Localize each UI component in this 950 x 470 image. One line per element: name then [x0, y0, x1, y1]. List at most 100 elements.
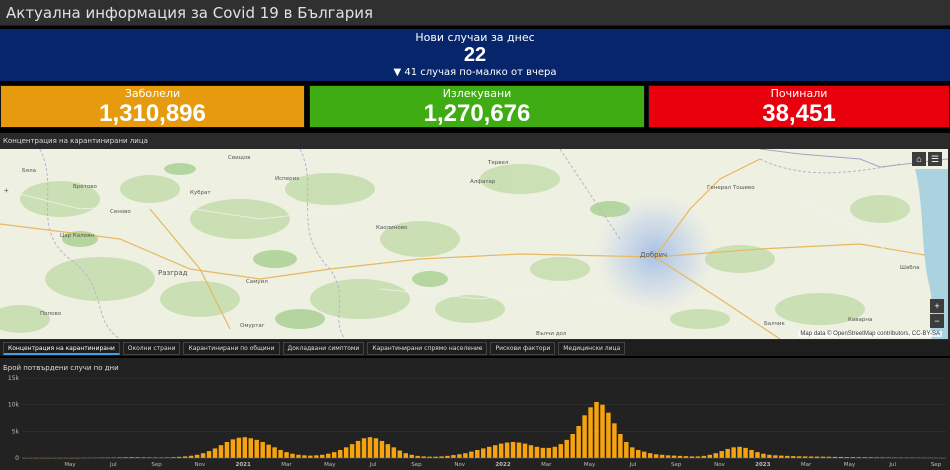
daily-cases-chart[interactable]: 15k 10k 5k 0 May Jul Sep Nov 2021 Mar May Jul Sep Nov…: [0, 358, 950, 470]
x-tick-label: May: [844, 462, 856, 468]
map-crosshair-icon: +: [4, 186, 9, 195]
x-tick-label: 2022: [495, 462, 510, 468]
x-tick-label: 2021: [236, 462, 251, 468]
map-label-tsar-kaloyan: Цар Калоян: [60, 233, 94, 239]
chart-bar: [331, 452, 337, 458]
chart-bar: [612, 423, 617, 458]
chart-bar: [194, 454, 200, 458]
chart-bar: [707, 454, 713, 458]
healed-panel: Излекувани 1,270,676: [309, 85, 645, 128]
chart-bar: [302, 455, 307, 458]
x-tick-label: Sep: [671, 462, 682, 468]
chart-bar: [349, 444, 355, 458]
chart-bar: [785, 455, 790, 458]
deaths-panel: Починали 38,451: [648, 85, 950, 128]
home-icon[interactable]: ⌂: [912, 152, 926, 166]
chart-bar: [373, 438, 379, 458]
chart-bar: [397, 450, 403, 458]
new-cases-today-panel: Нови случаи за днес 22 ▼ 41 случая по-ма…: [0, 29, 950, 81]
chart-bar: [624, 442, 629, 458]
chart-bar: [254, 439, 259, 458]
tab-neighbor-countries[interactable]: Околни страни: [122, 341, 181, 355]
deaths-value: 38,451: [762, 100, 836, 127]
zoom-in-button[interactable]: +: [930, 299, 944, 313]
chart-bar: [719, 451, 724, 458]
chart-bar: [528, 445, 534, 458]
chart-bar: [498, 443, 504, 458]
chart-bar: [552, 446, 558, 458]
x-tick-label: 2023: [755, 462, 770, 468]
map-label-valchi-dol: Вълчи дол: [536, 331, 567, 337]
chart-bar: [564, 439, 569, 458]
tab-medical-staff[interactable]: Медицински лица: [558, 341, 626, 355]
chart-bar: [236, 437, 242, 458]
tab-quarantine-concentration[interactable]: Концентрация на карантинирани: [3, 341, 120, 355]
map-label-kaolinovo: Каолиново: [376, 225, 408, 231]
map-label-tervel: Тервел: [487, 160, 509, 166]
chart-bar: [653, 454, 659, 458]
chart-bar: [600, 404, 605, 458]
list-icon[interactable]: ☰: [928, 152, 942, 166]
chart-bar: [588, 407, 593, 458]
chart-bar: [582, 415, 587, 458]
map-label-omurtag: Омуртаг: [240, 323, 265, 329]
chart-bar: [326, 453, 331, 458]
chart-bar: [379, 440, 385, 458]
chart-bar: [188, 455, 194, 458]
x-tick-label: Jul: [369, 462, 377, 468]
chart-bar: [337, 450, 343, 458]
map-label-balchik: Балчик: [764, 321, 785, 327]
chart-bar: [773, 455, 778, 458]
map-canvas[interactable]: Вретово Свищов Бяла Исперих Цар Калоян Р…: [0, 149, 948, 339]
healed-value: 1,270,676: [423, 100, 531, 127]
page-title: Актуална информация за Covid 19 в Българ…: [6, 4, 374, 22]
map-attribution[interactable]: Map data © OpenStreetMap contributors, C…: [798, 331, 942, 337]
x-tick-label: Sep: [411, 462, 422, 468]
x-tick-label: Nov: [714, 462, 725, 468]
tab-quarantine-vs-population[interactable]: Карантинирани спрямо население: [367, 341, 488, 355]
chart-bar: [260, 442, 265, 458]
chart-bar: [320, 454, 325, 458]
tab-reported-symptoms[interactable]: Докладвани симптоми: [282, 341, 365, 355]
chart-bar: [636, 450, 641, 458]
chart-bar: [469, 451, 474, 458]
chart-bar: [522, 443, 528, 458]
x-tick-label: Nov: [195, 462, 206, 468]
x-tick-label: Sep: [151, 462, 162, 468]
chart-bar: [761, 453, 766, 458]
chart-bar: [361, 438, 367, 458]
x-tick-label: Sep: [931, 462, 942, 468]
chart-bar: [755, 452, 760, 458]
chart-bar: [278, 450, 283, 458]
chart-bar: [212, 448, 218, 458]
chart-bar: [743, 447, 748, 458]
x-tick-label: Mar: [281, 462, 292, 468]
tab-risk-factors[interactable]: Рискови фактори: [490, 341, 556, 355]
x-tick-label: Jul: [109, 462, 117, 468]
chart-bar: [475, 450, 480, 458]
map-title: Концентрация на карантинирани лица: [3, 137, 148, 145]
chart-bar: [647, 453, 653, 458]
chart-bar: [594, 402, 599, 458]
chart-bar: [516, 442, 522, 458]
map-view[interactable]: Вретово Свищов Бяла Исперих Цар Калоян Р…: [0, 149, 948, 339]
chart-bar: [779, 455, 784, 458]
map-label-shabla: Шабла: [900, 265, 920, 271]
map-label-vretovo: Вретово: [73, 184, 97, 190]
y-tick-label: 10k: [8, 402, 20, 409]
chart-bar: [570, 434, 575, 458]
daily-cases-chart-panel: Брой потвърдени случи по дни 15k 10k 5k 0 Ma…: [0, 358, 950, 470]
x-tick-label: Jul: [629, 462, 637, 468]
zoom-out-button[interactable]: −: [930, 314, 944, 328]
chart-bar: [677, 455, 683, 458]
map-label-isperih: Исперих: [275, 176, 300, 182]
infected-label: Заболели: [124, 87, 181, 100]
chart-bar: [558, 444, 563, 458]
x-tick-label: Jul: [888, 462, 896, 468]
x-tick-label: May: [64, 462, 76, 468]
map-label-svishtov: Свищов: [228, 155, 250, 161]
chart-bar: [403, 453, 408, 458]
chart-bar: [314, 455, 319, 458]
tab-quarantine-by-municipality[interactable]: Карантинирани по общини: [183, 341, 280, 355]
chart-bar: [230, 439, 236, 458]
